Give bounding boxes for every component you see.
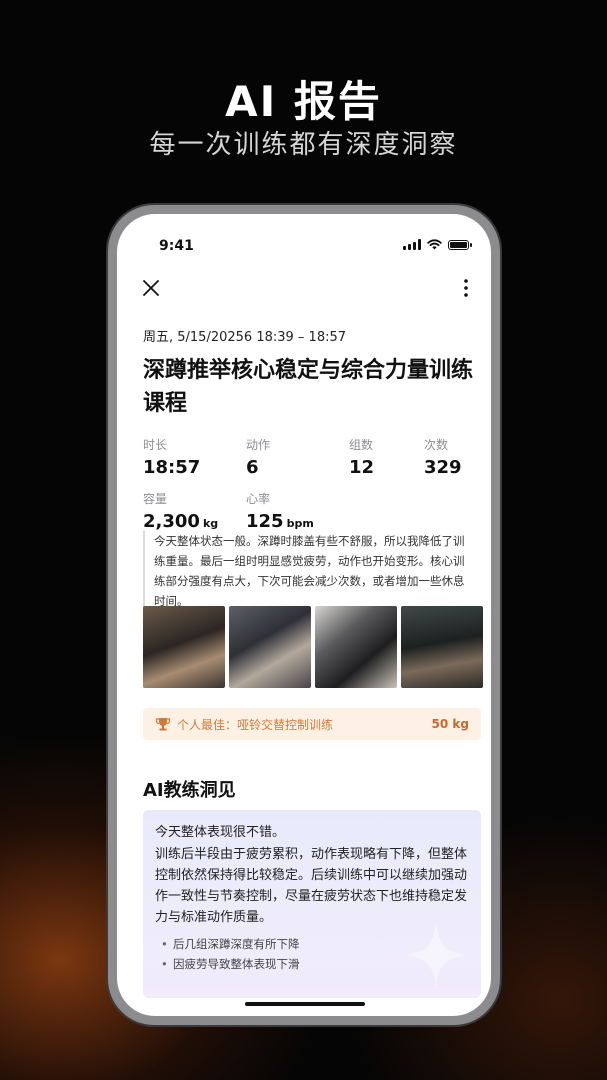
workout-datetime: 周五, 5/15/20256 18:39 – 18:57 bbox=[143, 330, 347, 345]
workout-photo[interactable] bbox=[143, 606, 225, 688]
status-time: 9:41 bbox=[159, 238, 194, 254]
battery-icon bbox=[448, 239, 472, 250]
ai-insight-body: 训练后半段由于疲劳累积，动作表现略有下降，但整体控制依然保持得比较稳定。后续训练… bbox=[155, 847, 468, 925]
stat-label: 容量 bbox=[143, 492, 168, 506]
trophy-icon bbox=[155, 718, 171, 731]
personal-best-banner[interactable]: 个人最佳：哑铃交替控制训练 50 kg bbox=[143, 708, 481, 740]
personal-best-label: 个人最佳：哑铃交替控制训练 bbox=[177, 717, 334, 732]
stat-number: 125 bbox=[246, 511, 284, 532]
close-icon[interactable] bbox=[139, 276, 163, 300]
promo-subtitle: 每一次训练都有深度洞察 bbox=[149, 130, 458, 160]
phone-screen: 9:41 周五, 5/15/20256 18:39 – 18:57 深蹲推举核心… bbox=[117, 214, 491, 1016]
ai-insight-bullet: 后几组深蹲深度有所下降 bbox=[155, 934, 471, 954]
stat-exercises: 动作 6 bbox=[246, 436, 270, 478]
stat-sets: 组数 12 bbox=[349, 436, 374, 478]
stat-value: 2,300 kg bbox=[143, 511, 218, 532]
home-indicator bbox=[245, 1002, 365, 1006]
stat-value: 12 bbox=[349, 457, 375, 478]
stat-value: 329 bbox=[424, 457, 462, 478]
more-vertical-icon[interactable] bbox=[459, 276, 473, 300]
ai-insight-headline: 今天整体表现很不错。 bbox=[155, 825, 286, 840]
workout-photo[interactable] bbox=[315, 606, 397, 688]
signal-icon bbox=[403, 239, 421, 250]
status-icons bbox=[403, 239, 472, 250]
ai-insight-title: AI教练洞见 bbox=[143, 780, 236, 801]
stat-reps: 次数 329 bbox=[424, 436, 462, 478]
stat-duration: 时长 18:57 bbox=[143, 436, 200, 478]
stat-value: 125 bpm bbox=[246, 511, 314, 532]
stat-label: 次数 bbox=[424, 438, 449, 452]
stat-label: 心率 bbox=[246, 492, 271, 506]
stat-value: 6 bbox=[246, 457, 259, 478]
stat-label: 组数 bbox=[349, 438, 374, 452]
stat-unit: bpm bbox=[286, 517, 314, 530]
ai-insight-bullets: 后几组深蹲深度有所下降 因疲劳导致整体表现下滑 bbox=[155, 934, 471, 974]
ai-insight-card: 今天整体表现很不错。 训练后半段由于疲劳累积，动作表现略有下降，但整体控制依然保… bbox=[143, 810, 481, 998]
workout-note: 今天整体状态一般。深蹲时膝盖有些不舒服，所以我降低了训练重量。最后一组时明显感觉… bbox=[143, 531, 465, 611]
stat-heart-rate: 心率 125 bpm bbox=[246, 490, 314, 532]
stat-volume: 容量 2,300 kg bbox=[143, 490, 218, 532]
stat-unit: kg bbox=[202, 517, 219, 530]
wifi-icon bbox=[427, 239, 442, 250]
phone-frame: 9:41 周五, 5/15/20256 18:39 – 18:57 深蹲推举核心… bbox=[108, 205, 500, 1025]
personal-best-value: 50 kg bbox=[431, 717, 469, 731]
photo-gallery bbox=[143, 606, 483, 688]
stat-label: 动作 bbox=[246, 438, 271, 452]
stat-label: 时长 bbox=[143, 438, 168, 452]
workout-photo[interactable] bbox=[401, 606, 483, 688]
workout-title: 深蹲推举核心稳定与综合力量训练课程 bbox=[143, 358, 474, 416]
stat-value: 18:57 bbox=[143, 457, 201, 478]
promo-title: AI 报告 bbox=[225, 77, 382, 126]
ai-insight-bullet: 因疲劳导致整体表现下滑 bbox=[155, 954, 471, 974]
stat-number: 2,300 bbox=[143, 511, 200, 532]
workout-photo[interactable] bbox=[229, 606, 311, 688]
